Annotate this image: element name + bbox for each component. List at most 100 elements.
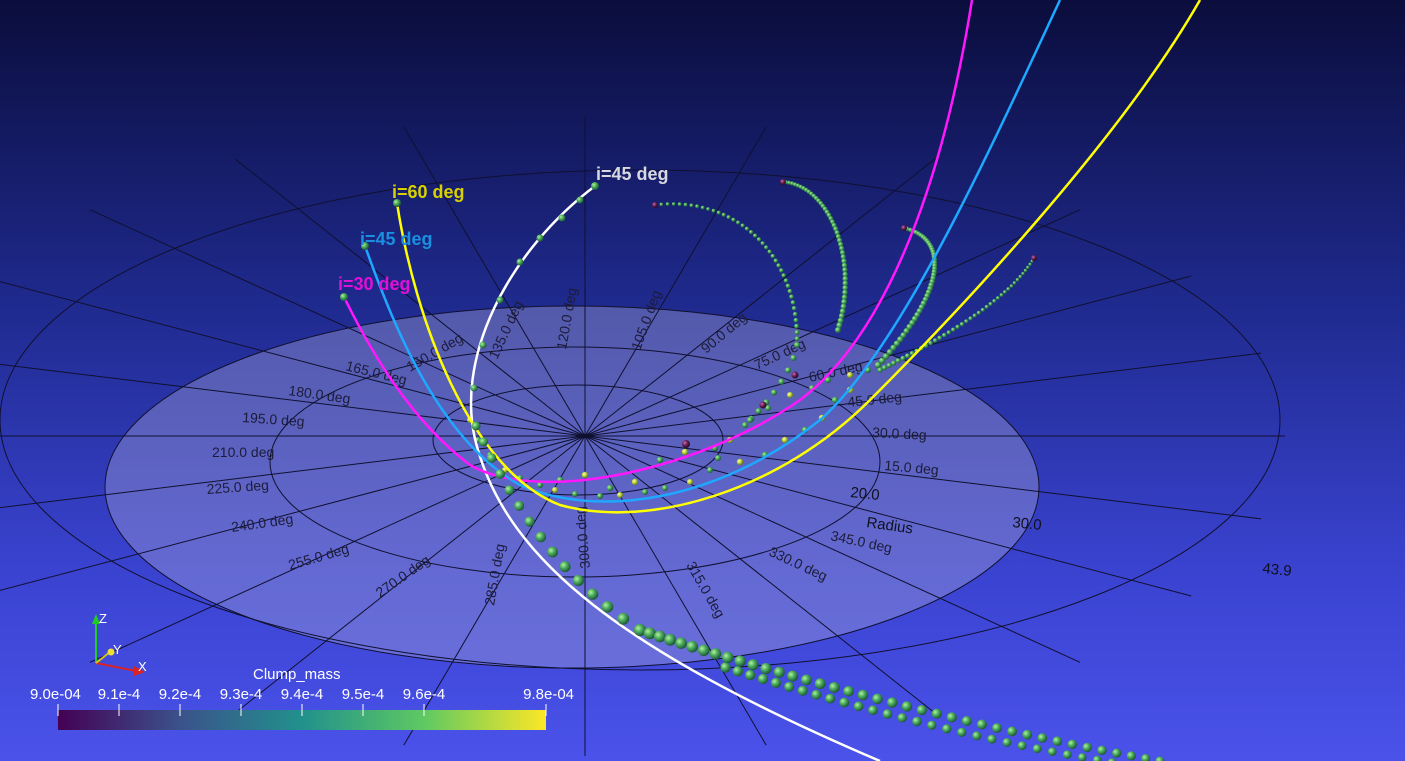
clump-sphere [886,362,892,368]
radius-tick-20: 20.0 [850,484,881,504]
clump-sphere [931,708,942,719]
clump-sphere [698,644,710,657]
clump-sphere [791,371,799,379]
clump-sphere [891,360,897,366]
clump-sphere [720,662,731,673]
clump-sphere [516,258,524,266]
clump-sphere [653,630,666,643]
clump-sphere [959,322,965,327]
clump-sphere [576,196,584,204]
clump-sphere [1006,287,1011,291]
clump-sphere [734,655,746,667]
clump-sphere [617,492,623,498]
clump-sphere [872,693,883,705]
clump-sphere [736,220,741,225]
colorbar-tick-label: 9.8e-04 [523,686,574,703]
clump-sphere [1028,262,1032,266]
clump-sphere [785,367,791,374]
clump-sphere [764,245,769,250]
clump-sphere [681,448,689,456]
scene-3d-view[interactable]: 345.0 deg 15.0 deg 30.0 deg 45.0 deg 60.… [0,0,1405,761]
clump-sphere [787,670,799,682]
clump-sphere [715,455,721,461]
clump-sphere [732,666,743,677]
clump-sphere [980,307,985,312]
clump-sphere [972,313,977,318]
axis-z-label: Z [99,611,107,626]
clump-sphere [1048,747,1057,756]
clump-sphere [776,263,781,268]
clump-sphere [1031,255,1037,261]
clump-sphere [868,705,878,715]
colorbar-tick-label: 9.4e-4 [281,686,324,703]
clump-sphere [972,731,982,741]
clump-sphere [581,471,589,479]
clump-sphere [773,258,778,263]
clump-sphere [901,225,907,231]
clump-sphere [781,436,789,444]
clump-sphere [988,302,993,306]
clump-sphere [677,202,682,207]
clump-sphere [835,327,841,333]
axis-x-line [95,662,137,672]
clump-sphere [853,701,864,712]
label-white-45: i=45 deg [596,164,669,184]
clump-sphere [887,697,898,708]
clump-sphere [1112,748,1122,758]
clump-sphere [999,293,1004,297]
clump-sphere [897,713,907,723]
colorbar-tick-label: 9.5e-4 [342,686,385,703]
colorbar-title: Clump_mass [253,666,341,683]
clump-sphere [760,663,772,675]
clump-sphere [957,727,967,737]
colorbar-tick-label: 9.2e-4 [159,686,202,703]
clump-sphere [682,440,690,448]
clump-sphere [659,202,664,207]
clump-sphere [586,588,599,600]
clump-sphere [912,716,922,727]
clump-sphere [793,317,799,323]
clump-sphere [770,677,782,689]
clump-sphere [942,724,952,734]
clump-sphere [1003,290,1007,294]
clump-sphere [857,689,869,701]
trajectory-labels: i=45 deg i=60 deg i=45 deg i=30 deg [338,164,669,301]
label-cyan-45: i=45 deg [360,229,433,249]
clump-sphere [843,686,854,697]
clump-sphere [1009,284,1014,288]
radius-tick-43: 43.9 [1262,560,1293,580]
clump-sphere [1155,756,1165,761]
clump-sphere [847,372,853,378]
clump-sphere [968,316,973,321]
clump-sphere [779,268,784,273]
clump-sphere [572,491,578,497]
clump-sphere [790,354,797,361]
clump-sphere [937,335,942,341]
clump-sphere [707,467,713,473]
clump-sphere [881,365,888,371]
clump-sphere [572,575,585,587]
clump-sphere [964,319,969,324]
clump-sphere [700,205,705,210]
clump-sphere [1067,739,1078,749]
clump-sphere [1017,741,1027,750]
clump-sphere [486,453,497,463]
clump-sphere [606,484,614,492]
clump-sphere [773,666,785,678]
colorbar-tick-label: 9.3e-4 [220,686,263,703]
clump-sphere [1126,751,1136,761]
clump-sphere [744,226,750,231]
clump-sphere [882,709,893,719]
clump-sphere [726,215,731,220]
clump-sphere [895,358,901,364]
clump-sphere [716,210,721,215]
clump-sphere [478,437,489,447]
clump-sphere [652,202,658,208]
clump-sphere [1026,265,1030,270]
clump-sphere [711,208,716,213]
clump-sphere [1002,738,1012,747]
clump-sphere [992,299,997,303]
clump-sphere [695,204,699,209]
clump-sphere [771,389,777,396]
clump-sphere [1052,736,1063,746]
